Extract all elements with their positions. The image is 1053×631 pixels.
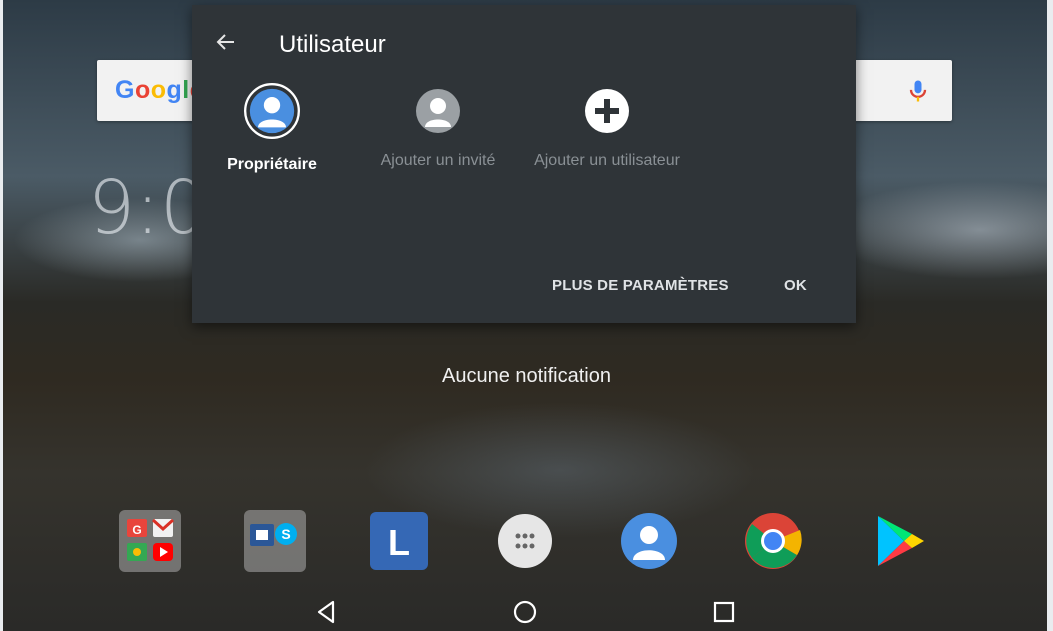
nav-recents-icon[interactable]: [710, 598, 738, 626]
svg-text:S: S: [281, 526, 290, 542]
dots-grid-icon: [498, 514, 552, 568]
lenovo-launcher-icon[interactable]: L: [368, 510, 430, 572]
chrome-icon[interactable]: [742, 510, 804, 572]
nav-home-icon[interactable]: [511, 598, 539, 626]
right-border: [1047, 0, 1053, 631]
google-logo: Google: [115, 76, 204, 104]
no-notifications-text: Aucune notification: [441, 365, 611, 387]
navigation-bar: [0, 590, 1053, 631]
chrome-logo-icon: [745, 513, 802, 569]
contacts-icon[interactable]: [618, 510, 680, 572]
back-arrow-icon[interactable]: [214, 30, 238, 54]
play-store-icon[interactable]: [868, 510, 930, 572]
office-skype-icon: S: [250, 523, 297, 546]
user-panel: Utilisateur Propriétaire Ajouter un invi…: [192, 5, 856, 323]
add-icon: [585, 89, 629, 133]
google-apps-folder-icon[interactable]: G: [119, 510, 181, 572]
add-user-label: Ajouter un utilisateur: [534, 152, 680, 169]
panel-title: Utilisateur: [279, 31, 386, 58]
left-border: [0, 0, 3, 631]
svg-text:G: G: [132, 523, 141, 537]
screen: Google 9:0 Utilisateur Propriétaire: [0, 0, 1053, 631]
office-folder-icon[interactable]: S: [244, 510, 306, 572]
app-dock: G S L: [0, 505, 1053, 585]
microphone-icon[interactable]: [904, 76, 932, 106]
app-drawer-icon[interactable]: [494, 510, 556, 572]
guest-avatar-icon: [416, 89, 460, 133]
gmail-maps-youtube-icon: G: [127, 518, 175, 561]
user-owner[interactable]: Propriétaire: [197, 83, 347, 174]
nav-back-icon[interactable]: [312, 598, 340, 626]
launcher-l-icon: L: [370, 512, 428, 570]
svg-text:L: L: [388, 522, 410, 563]
play-triangle-icon: [878, 516, 924, 566]
add-guest[interactable]: Ajouter un invité: [363, 87, 513, 170]
owner-label: Propriétaire: [227, 156, 317, 173]
owner-avatar-icon: [244, 83, 300, 139]
clock-widget: 9:0: [88, 165, 208, 251]
guest-label: Ajouter un invité: [380, 152, 496, 169]
add-user[interactable]: Ajouter un utilisateur: [532, 87, 682, 170]
ok-button[interactable]: OK: [784, 277, 807, 294]
more-settings-button[interactable]: PLUS DE PARAMÈTRES: [552, 277, 729, 294]
contact-avatar-icon: [621, 513, 677, 569]
